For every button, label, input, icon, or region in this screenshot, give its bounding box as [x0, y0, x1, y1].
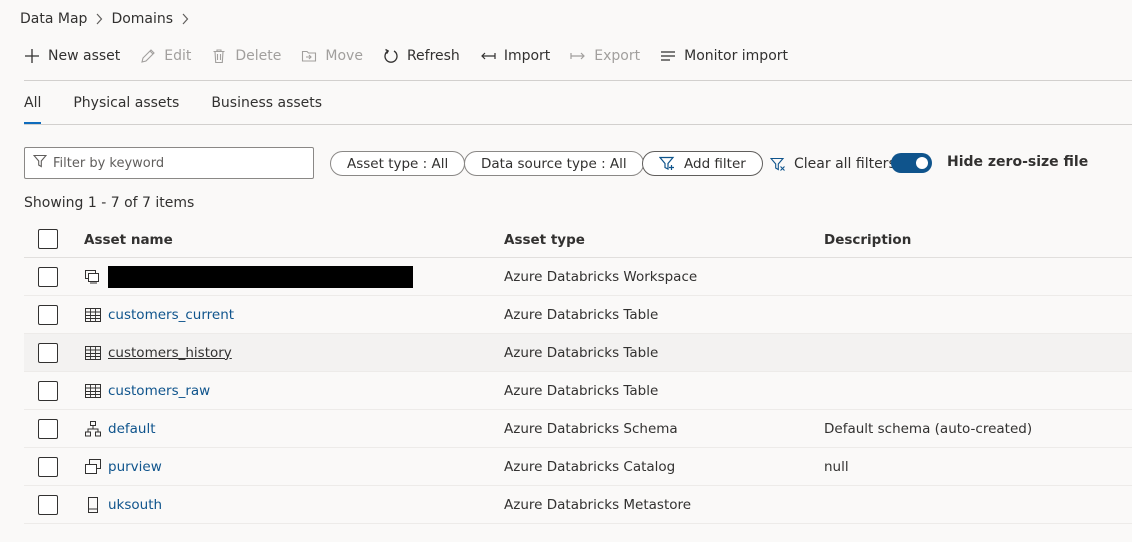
asset-type-cell: Azure Databricks Table: [504, 306, 659, 323]
command-bar: New asset Edit Delete Move Refresh Impor…: [24, 42, 808, 70]
workspace-icon: [84, 269, 102, 285]
keyword-filter-box[interactable]: [24, 147, 314, 179]
asset-type-cell: Azure Databricks Schema: [504, 420, 678, 437]
export-button[interactable]: Export: [570, 42, 640, 70]
table-row[interactable]: customers_current Azure Databricks Table: [24, 296, 1132, 334]
table-row[interactable]: Azure Databricks Workspace: [24, 258, 1132, 296]
table-row[interactable]: purview Azure Databricks Catalog null: [24, 448, 1132, 486]
asset-type-cell: Azure Databricks Catalog: [504, 458, 676, 475]
asset-name-link[interactable]: default: [108, 421, 156, 437]
asset-name-link[interactable]: uksouth: [108, 497, 162, 513]
asset-name-link[interactable]: customers_history: [108, 345, 232, 361]
import-arrow-icon: [480, 48, 496, 64]
asset-tabs: All Physical assets Business assets: [24, 88, 354, 124]
asset-type-cell: Azure Databricks Workspace: [504, 268, 698, 285]
asset-name-link[interactable]: customers_raw: [108, 383, 210, 399]
filter-funnel-icon: [32, 154, 48, 172]
tab-physical-assets[interactable]: Physical assets: [73, 88, 179, 124]
monitor-import-button[interactable]: Monitor import: [660, 42, 788, 70]
asset-type-cell: Azure Databricks Table: [504, 344, 659, 361]
row-checkbox[interactable]: [38, 380, 58, 401]
new-asset-label: New asset: [48, 48, 121, 64]
move-button[interactable]: Move: [301, 42, 363, 70]
asset-type-cell: Azure Databricks Metastore: [504, 496, 692, 513]
plus-icon: [24, 48, 40, 64]
tab-all[interactable]: All: [24, 88, 42, 124]
add-filter-button[interactable]: Add filter: [642, 151, 763, 176]
toolbar-divider: [24, 80, 1132, 81]
breadcrumb: Data Map Domains: [20, 9, 197, 29]
table-icon: [84, 345, 102, 361]
asset-type-filter-pill[interactable]: Asset type : All: [330, 151, 466, 176]
row-checkbox[interactable]: [38, 342, 58, 363]
metastore-icon: [84, 496, 102, 513]
refresh-icon: [383, 48, 399, 64]
asset-name-link[interactable]: customers_current: [108, 307, 234, 323]
delete-button[interactable]: Delete: [211, 42, 281, 70]
chevron-right-icon: [95, 13, 103, 25]
description-cell: null: [824, 458, 849, 475]
asset-type-cell: Azure Databricks Table: [504, 382, 659, 399]
clear-filter-icon: [770, 157, 786, 172]
column-header-asset-type[interactable]: Asset type: [504, 232, 585, 248]
column-header-description[interactable]: Description: [824, 232, 911, 248]
export-label: Export: [594, 48, 641, 64]
row-checkbox[interactable]: [38, 304, 58, 325]
export-arrow-icon: [570, 48, 586, 64]
row-checkbox[interactable]: [38, 418, 58, 439]
asset-name-link[interactable]: purview: [108, 459, 162, 475]
table-header-row: Asset name Asset type Description: [24, 222, 1132, 258]
import-button[interactable]: Import: [480, 42, 550, 70]
breadcrumb-data-map[interactable]: Data Map: [20, 11, 87, 27]
keyword-filter-input[interactable]: [53, 155, 303, 171]
edit-label: Edit: [164, 48, 192, 64]
catalog-icon: [84, 458, 102, 475]
table-icon: [84, 383, 102, 399]
column-header-asset-name[interactable]: Asset name: [84, 232, 173, 248]
description-cell: Default schema (auto-created): [824, 420, 1033, 437]
pencil-icon: [140, 48, 156, 64]
row-checkbox[interactable]: [38, 266, 58, 287]
table-icon: [84, 307, 102, 323]
delete-label: Delete: [235, 48, 282, 64]
move-folder-icon: [301, 48, 317, 64]
add-filter-funnel-icon: [659, 156, 676, 171]
chevron-right-icon: [181, 13, 189, 25]
tab-business-assets[interactable]: Business assets: [211, 88, 322, 124]
table-row[interactable]: customers_raw Azure Databricks Table: [24, 372, 1132, 410]
row-checkbox[interactable]: [38, 456, 58, 477]
edit-button[interactable]: Edit: [140, 42, 191, 70]
hide-zero-size-toggle[interactable]: [891, 153, 932, 173]
clear-all-filters-button[interactable]: Clear all filters: [770, 153, 896, 175]
new-asset-button[interactable]: New asset: [24, 42, 120, 70]
row-checkbox[interactable]: [38, 494, 58, 515]
refresh-label: Refresh: [406, 48, 460, 64]
redacted-asset-name: [108, 265, 413, 288]
trash-icon: [211, 48, 227, 64]
breadcrumb-domains[interactable]: Domains: [111, 11, 173, 27]
import-label: Import: [503, 48, 551, 64]
table-row[interactable]: default Azure Databricks Schema Default …: [24, 410, 1132, 448]
list-icon: [660, 48, 676, 64]
data-source-type-filter-pill[interactable]: Data source type : All: [464, 151, 644, 176]
select-all-checkbox[interactable]: [38, 229, 58, 249]
hide-zero-size-label: Hide zero-size file: [947, 154, 1089, 170]
refresh-button[interactable]: Refresh: [383, 42, 460, 70]
asset-table: Asset name Asset type Description Azure …: [24, 222, 1132, 524]
item-count-text: Showing 1 - 7 of 7 items: [24, 195, 195, 211]
monitor-import-label: Monitor import: [684, 48, 789, 64]
move-label: Move: [325, 48, 363, 64]
table-row[interactable]: customers_history Azure Databricks Table: [24, 334, 1132, 372]
toggle-knob: [916, 157, 928, 169]
table-row[interactable]: uksouth Azure Databricks Metastore: [24, 486, 1132, 524]
schema-icon: [84, 420, 102, 437]
tabs-divider: [24, 124, 1132, 125]
